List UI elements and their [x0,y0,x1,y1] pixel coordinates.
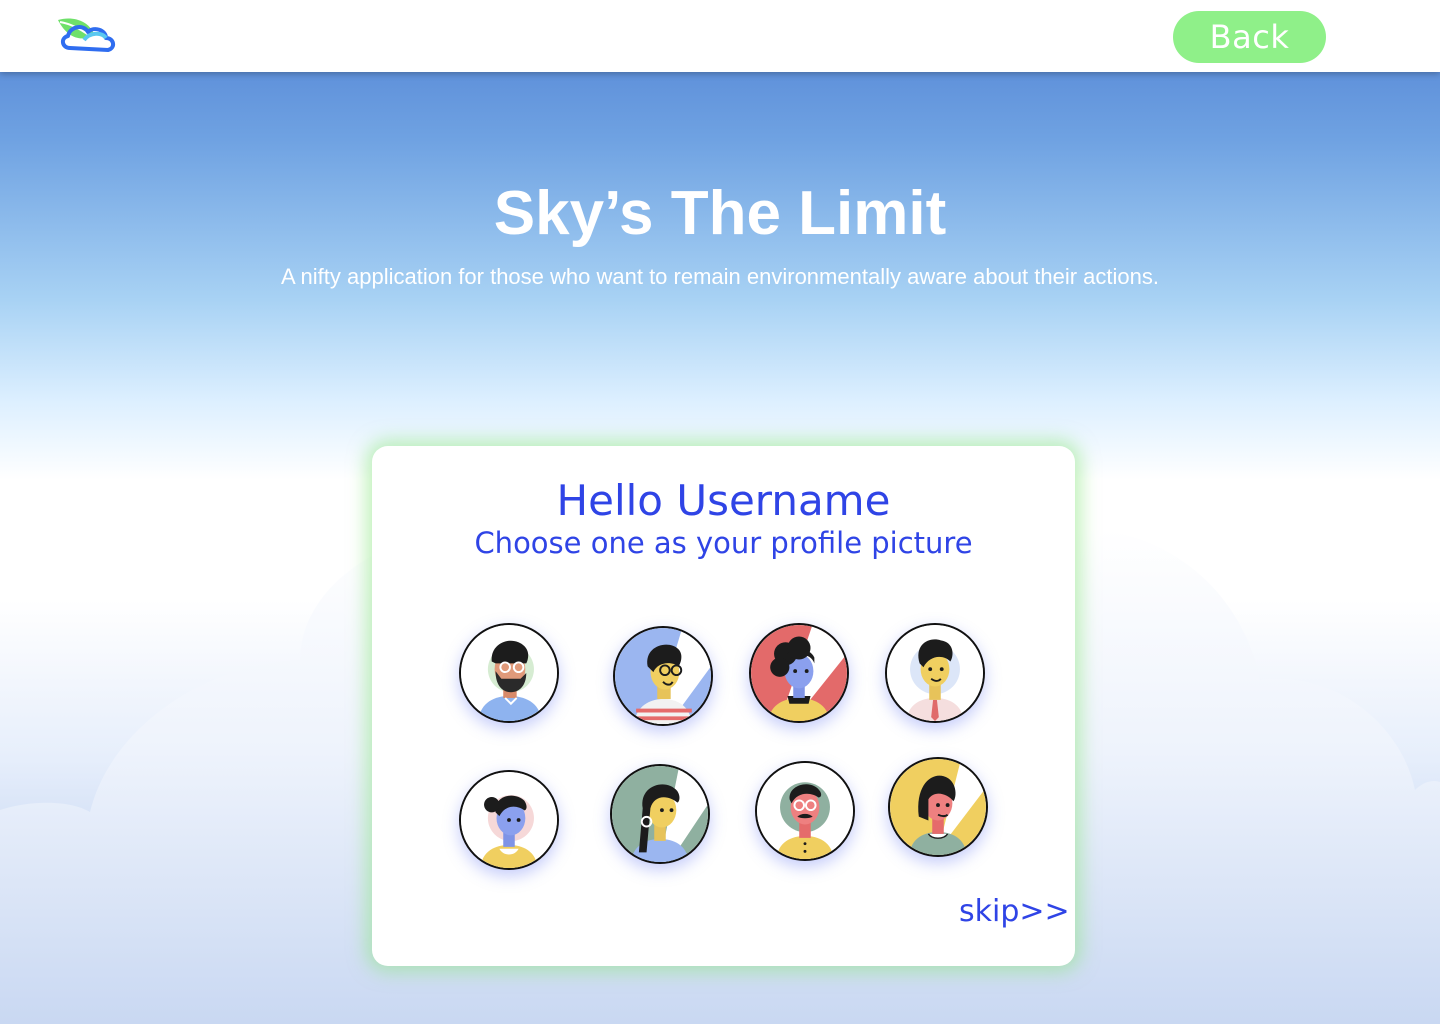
avatar-curly-hair-woman-icon [751,625,847,721]
avatar-ponytail-woman-icon [461,772,557,868]
avatar-bearded-man-icon [461,625,557,721]
avatar-option-1[interactable] [459,623,559,723]
page-subtitle: A nifty application for those who want t… [280,264,1160,289]
avatar-earring-woman-icon [612,766,708,862]
page-title: Sky’s The Limit [493,179,947,248]
profile-picture-card: Hello Username Choose one as your profil… [372,446,1075,966]
avatar-glasses-man-icon [615,628,711,724]
avatar-option-7[interactable] [755,761,855,861]
top-bar: Back [0,0,1440,72]
choose-avatar-prompt: Choose one as your profile picture [474,526,973,560]
avatar-option-5[interactable] [459,770,559,870]
skip-link[interactable]: skip>> [959,894,1070,929]
greeting-heading: Hello Username [556,476,891,525]
leaf-cloud-icon[interactable] [54,14,120,56]
back-button[interactable]: Back [1173,11,1326,63]
avatar-option-2[interactable] [613,626,713,726]
avatar-option-4[interactable] [885,623,985,723]
avatar-young-man-icon [887,625,983,721]
avatar-option-6[interactable] [610,764,710,864]
avatar-bob-hair-woman-icon [890,759,986,855]
avatar-mustache-man-icon [757,763,853,859]
avatar-option-3[interactable] [749,623,849,723]
avatar-option-8[interactable] [888,757,988,857]
